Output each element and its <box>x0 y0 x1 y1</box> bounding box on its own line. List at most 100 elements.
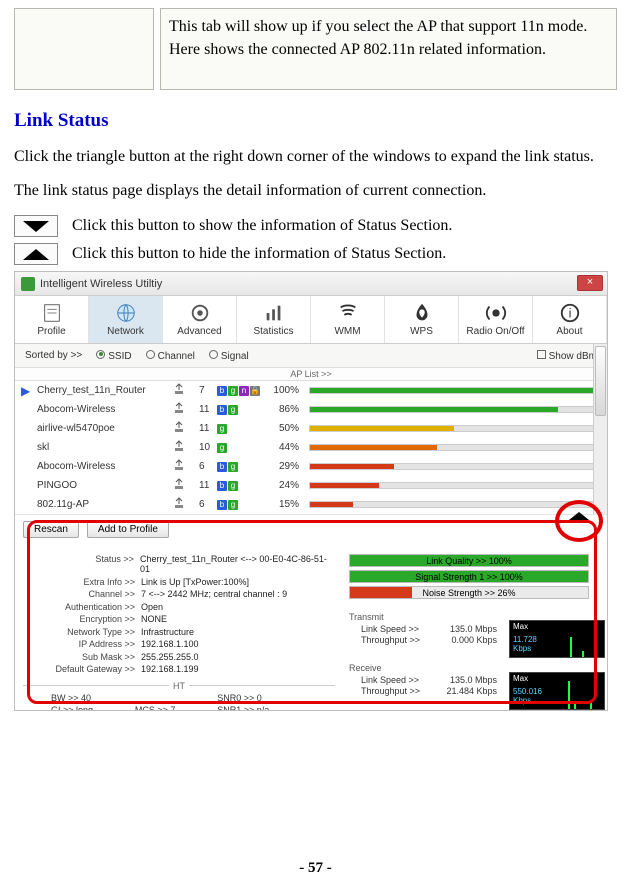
tab-statistics-label: Statistics <box>253 326 293 337</box>
ap-ssid: airlive-wl5470poe <box>37 423 169 434</box>
window-title: Intelligent Wireless Utiltiy <box>40 278 162 290</box>
triangle-down-description: Click this button to show the informatio… <box>72 217 452 235</box>
svg-text:i: i <box>568 306 571 321</box>
radio-icon <box>485 302 507 324</box>
ap-signal-bar <box>309 406 599 413</box>
section-body-text: Click the triangle button at the right d… <box>14 140 617 207</box>
ap-channel: 6 <box>199 499 213 510</box>
ap-row[interactable]: skl 10 g 44% <box>15 438 607 457</box>
ap-row[interactable]: airlive-wl5470poe11g50% <box>15 419 607 438</box>
top-empty-cell <box>14 8 154 90</box>
tab-advanced[interactable]: Advanced <box>163 296 237 343</box>
tab-radio-label: Radio On/Off <box>466 326 524 337</box>
ap-row[interactable]: ▶Cherry_test_11n_Router7bgn🔒100% <box>15 381 607 400</box>
window-titlebar: Intelligent Wireless Utiltiy × <box>15 272 607 296</box>
wmm-icon <box>337 302 359 324</box>
screenshot-container: Intelligent Wireless Utiltiy × Profile N… <box>14 271 617 711</box>
ap-row[interactable]: PINGOO11bg24% <box>15 476 607 495</box>
ap-channel: 10 <box>199 442 213 453</box>
checkbox-icon <box>537 350 546 359</box>
top-description-row: This tab will show up if you select the … <box>14 8 617 90</box>
statistics-icon <box>263 302 285 324</box>
section-heading-link-status: Link Status <box>14 110 617 132</box>
wps-icon <box>411 302 433 324</box>
ap-list-label: AP List >> <box>15 368 607 381</box>
ap-ssid: Abocom-Wireless <box>37 461 169 472</box>
ap-mode-badges: bg <box>217 462 265 472</box>
tab-radio[interactable]: Radio On/Off <box>459 296 533 343</box>
tab-about[interactable]: i About <box>533 296 607 343</box>
radio-icon <box>209 350 218 359</box>
triangle-down-button[interactable] <box>14 215 58 237</box>
main-tabs: Profile Network Advanced Statistics WMM … <box>15 296 607 344</box>
ap-mode-badges: bg <box>217 405 265 415</box>
app-window: Intelligent Wireless Utiltiy × Profile N… <box>14 271 608 711</box>
ap-ssid: skl <box>37 442 169 453</box>
sort-opt-signal[interactable]: Signal <box>209 350 249 362</box>
ap-list: ▶Cherry_test_11n_Router7bgn🔒100%Abocom-W… <box>15 381 607 514</box>
ap-channel: 7 <box>199 385 213 396</box>
sort-opt-channel[interactable]: Channel <box>146 350 195 362</box>
ap-signal-pct: 86% <box>269 404 305 415</box>
ap-signal-pct: 15% <box>269 499 305 510</box>
ap-row[interactable]: Abocom-Wireless6bg29% <box>15 457 607 476</box>
ap-signal-bar <box>309 444 599 451</box>
ap-mode-badges: bg <box>217 481 265 491</box>
ap-mode-badges: g <box>217 443 265 453</box>
tab-profile-label: Profile <box>37 326 65 337</box>
ap-list-scrollbar[interactable] <box>593 344 607 514</box>
about-icon: i <box>559 302 581 324</box>
radio-icon <box>96 350 105 359</box>
antenna-icon <box>173 383 195 398</box>
ap-ssid: Abocom-Wireless <box>37 404 169 415</box>
ap-mode-badges: bgn🔒 <box>217 386 265 396</box>
show-dbm-checkbox[interactable]: Show dBm <box>537 350 597 362</box>
ap-channel: 11 <box>199 423 213 434</box>
ap-signal-pct: 50% <box>269 423 305 434</box>
ap-row[interactable]: Abocom-Wireless11bg86% <box>15 400 607 419</box>
ap-signal-pct: 24% <box>269 480 305 491</box>
antenna-icon <box>173 497 195 512</box>
ap-row[interactable]: 802.11g-AP6bg15% <box>15 495 607 514</box>
top-description-cell: This tab will show up if you select the … <box>160 8 617 90</box>
tab-wps-label: WPS <box>410 326 433 337</box>
advanced-icon <box>189 302 211 324</box>
antenna-icon <box>173 440 195 455</box>
tab-network-label: Network <box>107 326 144 337</box>
ap-ssid: 802.11g-AP <box>37 499 169 510</box>
tab-wps[interactable]: WPS <box>385 296 459 343</box>
ap-ssid: PINGOO <box>37 480 169 491</box>
triangle-up-icon <box>23 249 49 260</box>
triangle-up-row: Click this button to hide the informatio… <box>14 243 617 265</box>
ap-signal-bar <box>309 425 599 432</box>
ap-signal-bar <box>309 482 599 489</box>
window-close-button[interactable]: × <box>577 275 603 291</box>
tab-statistics[interactable]: Statistics <box>237 296 311 343</box>
ap-selected-icon: ▶ <box>21 384 33 398</box>
ap-signal-pct: 44% <box>269 442 305 453</box>
sort-label: Sorted by >> <box>25 350 82 361</box>
antenna-icon <box>173 421 195 436</box>
antenna-icon <box>173 478 195 493</box>
tab-wmm[interactable]: WMM <box>311 296 385 343</box>
profile-icon <box>41 302 63 324</box>
red-highlight-rect <box>27 520 597 704</box>
tab-about-label: About <box>556 326 582 337</box>
sort-row: Sorted by >> SSID Channel Signal Show dB… <box>15 344 607 368</box>
scrollbar-thumb[interactable] <box>595 346 606 416</box>
radio-icon <box>146 350 155 359</box>
tab-network[interactable]: Network <box>89 296 163 343</box>
triangle-down-row: Click this button to show the informatio… <box>14 215 617 237</box>
triangle-down-icon <box>23 221 49 232</box>
ap-signal-bar <box>309 463 599 470</box>
tab-profile[interactable]: Profile <box>15 296 89 343</box>
triangle-up-button[interactable] <box>14 243 58 265</box>
antenna-icon <box>173 459 195 474</box>
page-number: - 57 - <box>0 860 631 877</box>
ap-channel: 6 <box>199 461 213 472</box>
app-icon <box>21 277 35 291</box>
sort-opt-ssid[interactable]: SSID <box>96 350 131 362</box>
ap-signal-bar <box>309 387 599 394</box>
tab-wmm-label: WMM <box>334 326 360 337</box>
network-icon <box>115 302 137 324</box>
